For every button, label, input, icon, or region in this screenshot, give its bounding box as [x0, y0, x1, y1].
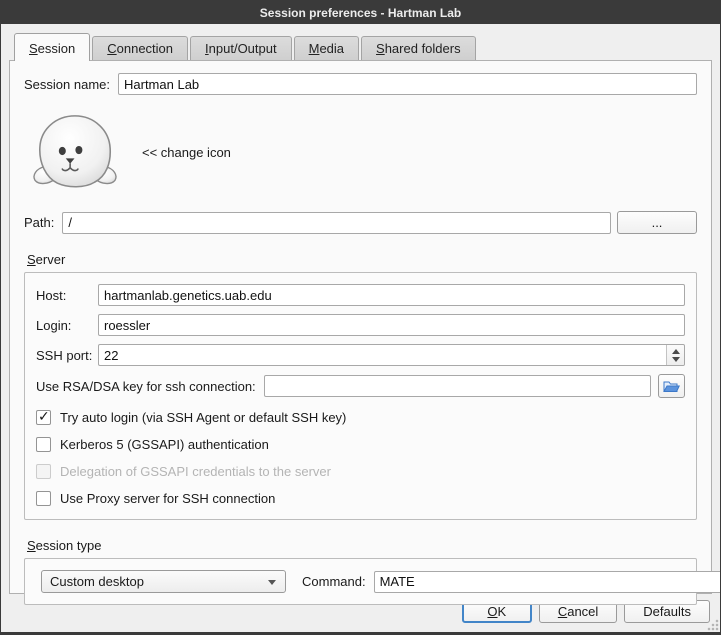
checkbox-kerberos[interactable]: Kerberos 5 (GSSAPI) authentication [36, 437, 685, 452]
ssh-port-label: SSH port: [36, 348, 98, 363]
session-type-groupbox: Custom desktop Command: [24, 558, 697, 605]
rsa-key-browse-button[interactable] [658, 374, 685, 398]
session-type-group-label: Session type [27, 538, 697, 553]
checkbox-box[interactable] [36, 410, 51, 425]
spin-down-icon[interactable] [672, 357, 680, 362]
command-label: Command: [302, 574, 366, 589]
change-icon-label[interactable]: << change icon [142, 145, 231, 160]
session-type-selected: Custom desktop [50, 574, 144, 589]
checkbox-box[interactable] [36, 491, 51, 506]
host-input[interactable] [98, 284, 685, 306]
tab-media[interactable]: Media [294, 36, 359, 60]
rsa-key-label: Use RSA/DSA key for ssh connection: [36, 379, 256, 394]
checkbox-box[interactable] [36, 437, 51, 452]
session-preferences-dialog: Session preferences - Hartman Lab Sessio… [0, 0, 721, 635]
checkbox-try-auto-login[interactable]: Try auto login (via SSH Agent or default… [36, 410, 685, 425]
rsa-key-input[interactable] [264, 375, 651, 397]
tab-shared-folders[interactable]: Shared folders [361, 36, 476, 60]
spin-up-icon[interactable] [672, 349, 680, 354]
tab-bar: Session Connection Input/Output Media Sh… [1, 24, 720, 60]
tab-input-output[interactable]: Input/Output [190, 36, 292, 60]
session-type-dropdown[interactable]: Custom desktop [41, 570, 286, 593]
path-label: Path: [24, 215, 54, 230]
tab-session[interactable]: Session [14, 33, 90, 61]
session-tab-page: Session name: << cha [9, 60, 712, 594]
server-groupbox: Host: Login: SSH port: Use RSA/DSA k [24, 272, 697, 520]
checkbox-label: Kerberos 5 (GSSAPI) authentication [60, 437, 269, 452]
checkbox-label: Delegation of GSSAPI credentials to the … [60, 464, 331, 479]
host-label: Host: [36, 288, 98, 303]
checkbox-gssapi-delegation: Delegation of GSSAPI credentials to the … [36, 464, 685, 479]
ssh-port-spin-buttons[interactable] [666, 345, 684, 365]
chevron-down-icon [268, 580, 276, 585]
open-folder-icon [663, 379, 680, 394]
session-name-input[interactable] [118, 73, 697, 95]
path-input[interactable] [62, 212, 611, 234]
login-input[interactable] [98, 314, 685, 336]
resize-grip[interactable] [707, 619, 719, 631]
ssh-port-input[interactable] [98, 344, 685, 366]
window-title: Session preferences - Hartman Lab [260, 6, 461, 20]
session-name-label: Session name: [24, 77, 110, 92]
titlebar: Session preferences - Hartman Lab [1, 1, 720, 24]
path-browse-button[interactable]: ... [617, 211, 697, 234]
checkbox-box [36, 464, 51, 479]
command-input[interactable] [374, 571, 721, 593]
seal-icon[interactable] [30, 112, 120, 192]
checkbox-label: Try auto login (via SSH Agent or default… [60, 410, 346, 425]
server-group-label: Server [27, 252, 697, 267]
checkbox-use-proxy[interactable]: Use Proxy server for SSH connection [36, 491, 685, 506]
tab-connection[interactable]: Connection [92, 36, 188, 60]
checkbox-label: Use Proxy server for SSH connection [60, 491, 275, 506]
login-label: Login: [36, 318, 98, 333]
ssh-port-spinbox [98, 344, 685, 366]
server-checkbox-list: Try auto login (via SSH Agent or default… [36, 410, 685, 506]
